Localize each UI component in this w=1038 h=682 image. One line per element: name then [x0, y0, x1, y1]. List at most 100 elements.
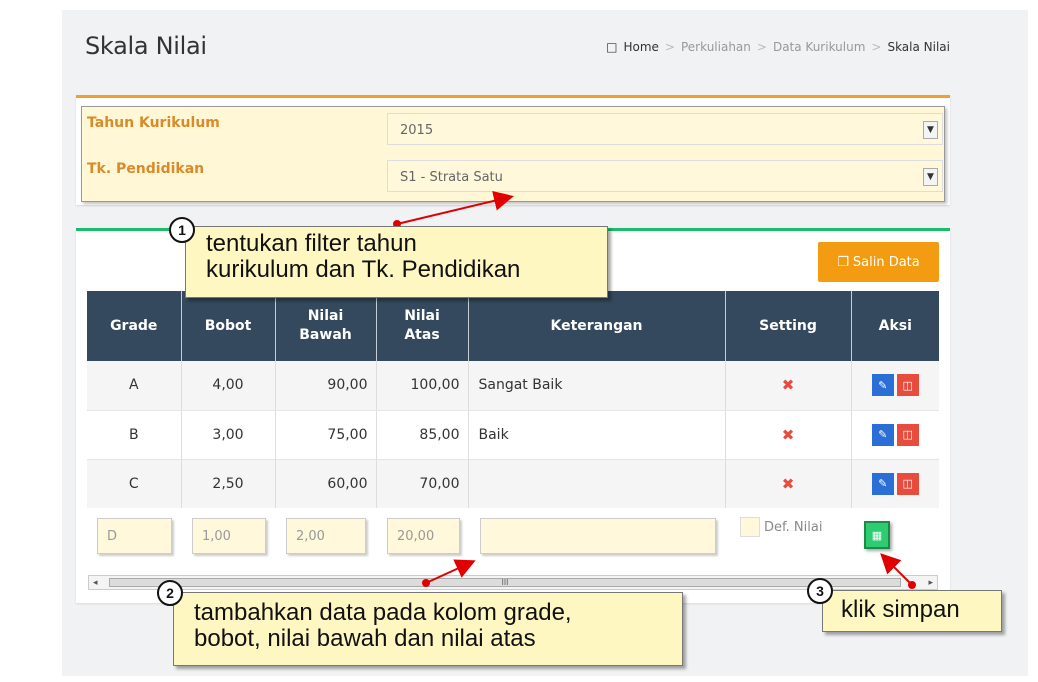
cell-keterangan [468, 459, 726, 509]
salin-data-button[interactable]: ❐ Salin Data [818, 242, 939, 282]
x-mark-icon: ✖ [781, 425, 795, 444]
tahun-kurikulum-value: 2015 [400, 123, 434, 138]
skala-nilai-table: Grade Bobot Nilai Bawah Nilai Atas Keteran… [87, 291, 939, 509]
callout-1-number: 1 [169, 217, 195, 243]
salin-data-label: Salin Data [852, 254, 920, 270]
page-title: Skala Nilai [85, 32, 207, 60]
cell-aksi: ✎ ◫ [851, 361, 939, 411]
cell-bobot: 4,00 [181, 361, 276, 411]
table-row: A 4,00 90,00 100,00 Sangat Baik ✖ ✎ ◫ [87, 361, 939, 411]
pencil-icon: ✎ [878, 477, 888, 490]
nilai-atas-input[interactable]: 20,00 [387, 518, 460, 554]
scrollbar-grip: III [501, 578, 509, 587]
chevron-down-icon[interactable]: ▼ [923, 168, 938, 186]
column-header-text: Bawah [299, 327, 352, 343]
breadcrumb-separator: > [664, 40, 675, 54]
cell-bobot: 3,00 [181, 410, 276, 460]
edit-button[interactable]: ✎ [871, 472, 894, 495]
callout-1: tentukan filter tahun kurikulum dan Tk. … [185, 226, 608, 298]
callout-2: tambahkan data pada kolom grade, bobot, … [173, 592, 683, 666]
column-header-setting[interactable]: Setting [725, 291, 852, 361]
delete-button[interactable]: ◫ [896, 374, 919, 397]
scroll-left-icon[interactable]: ◂ [93, 577, 98, 588]
cell-nilai-bawah: 90,00 [275, 361, 377, 411]
cell-aksi: ✎ ◫ [851, 459, 939, 509]
column-header-grade[interactable]: Grade [87, 291, 182, 361]
callout-3-number: 3 [807, 578, 833, 604]
default-nilai-option: Def. Nilai [740, 517, 822, 537]
table-header-row: Grade Bobot Nilai Bawah Nilai Atas Keteran… [87, 291, 939, 361]
breadcrumb-separator: > [871, 40, 882, 54]
filter-panel: Tahun Kurikulum 2015 ▼ Tk. Pendidikan S1… [76, 95, 950, 205]
callout-3-text: klik simpan [841, 596, 960, 623]
cell-aksi: ✎ ◫ [851, 410, 939, 460]
default-nilai-checkbox[interactable] [740, 517, 760, 537]
cell-grade: C [87, 459, 182, 509]
book-icon: □ [606, 40, 618, 54]
callout-2-line1: tambahkan data pada kolom grade, [194, 599, 572, 626]
column-header-nilai-bawah[interactable]: Nilai Bawah [275, 291, 377, 361]
cell-grade: B [87, 410, 182, 460]
default-nilai-label: Def. Nilai [764, 519, 823, 535]
pencil-icon: ✎ [878, 378, 888, 392]
delete-button[interactable]: ◫ [896, 472, 919, 495]
cell-bobot: 2,50 [181, 459, 276, 509]
scroll-right-icon[interactable]: ▸ [928, 577, 933, 588]
column-header-text: Nilai [307, 308, 344, 324]
callout-3: klik simpan [822, 590, 1002, 632]
breadcrumb-current: Skala Nilai [887, 40, 950, 54]
callout-2-line2: bobot, nilai bawah dan nilai atas [194, 625, 536, 652]
breadcrumb-separator: > [756, 40, 767, 54]
delete-button[interactable]: ◫ [896, 423, 919, 446]
cell-setting: ✖ [725, 459, 852, 509]
breadcrumb-home[interactable]: Home [623, 40, 658, 54]
breadcrumb-data-kurikulum[interactable]: Data Kurikulum [773, 40, 865, 54]
column-header-keterangan[interactable]: Keterangan [468, 291, 726, 361]
edit-button[interactable]: ✎ [871, 423, 894, 446]
table-row: B 3,00 75,00 85,00 Baik ✖ ✎ ◫ [87, 410, 939, 460]
tk-pendidikan-label: Tk. Pendidikan [87, 161, 205, 177]
callout-1-line1: tentukan filter tahun [206, 230, 417, 257]
breadcrumb: □ Home > Perkuliahan > Data Kurikulum > … [606, 40, 950, 54]
floppy-disk-icon: ▦ [871, 529, 883, 542]
scrollbar-thumb[interactable]: III [109, 578, 901, 587]
column-header-text: Atas [404, 327, 440, 343]
cell-setting: ✖ [725, 361, 852, 411]
breadcrumb-perkuliahan[interactable]: Perkuliahan [681, 40, 751, 54]
tahun-kurikulum-label: Tahun Kurikulum [87, 115, 220, 131]
x-mark-icon: ✖ [781, 376, 795, 395]
trash-icon: ◫ [902, 477, 913, 490]
trash-icon: ◫ [902, 428, 913, 441]
column-header-text: Nilai [404, 308, 440, 324]
column-header-bobot[interactable]: Bobot [181, 291, 276, 361]
cell-keterangan: Baik [468, 410, 726, 460]
pencil-icon: ✎ [878, 428, 888, 441]
tk-pendidikan-value: S1 - Strata Satu [400, 170, 503, 185]
trash-icon: ◫ [902, 378, 913, 392]
cell-nilai-atas: 70,00 [376, 459, 469, 509]
grade-input[interactable]: D [97, 518, 172, 554]
cell-nilai-bawah: 60,00 [275, 459, 377, 509]
cell-nilai-atas: 85,00 [376, 410, 469, 460]
cell-grade: A [87, 361, 182, 411]
filter-highlight: Tahun Kurikulum 2015 ▼ Tk. Pendidikan S1… [81, 106, 945, 202]
edit-button[interactable]: ✎ [871, 374, 894, 397]
column-header-nilai-atas[interactable]: Nilai Atas [376, 291, 469, 361]
cell-nilai-atas: 100,00 [376, 361, 469, 411]
copy-icon: ❐ [837, 254, 849, 270]
chevron-down-icon[interactable]: ▼ [923, 121, 938, 139]
bobot-input[interactable]: 1,00 [192, 518, 266, 554]
tahun-kurikulum-select[interactable]: 2015 ▼ [387, 113, 943, 145]
cell-keterangan: Sangat Baik [468, 361, 726, 411]
cell-setting: ✖ [725, 410, 852, 460]
keterangan-input[interactable] [480, 518, 716, 554]
callout-1-line2: kurikulum dan Tk. Pendidikan [206, 256, 521, 283]
nilai-bawah-input[interactable]: 2,00 [286, 518, 366, 554]
save-button[interactable]: ▦ [864, 521, 890, 549]
cell-nilai-bawah: 75,00 [275, 410, 377, 460]
table-row: C 2,50 60,00 70,00 ✖ ✎ ◫ [87, 459, 939, 509]
callout-2-number: 2 [157, 580, 183, 606]
tk-pendidikan-select[interactable]: S1 - Strata Satu ▼ [387, 160, 943, 192]
x-mark-icon: ✖ [781, 474, 795, 493]
column-header-aksi: Aksi [851, 291, 939, 361]
